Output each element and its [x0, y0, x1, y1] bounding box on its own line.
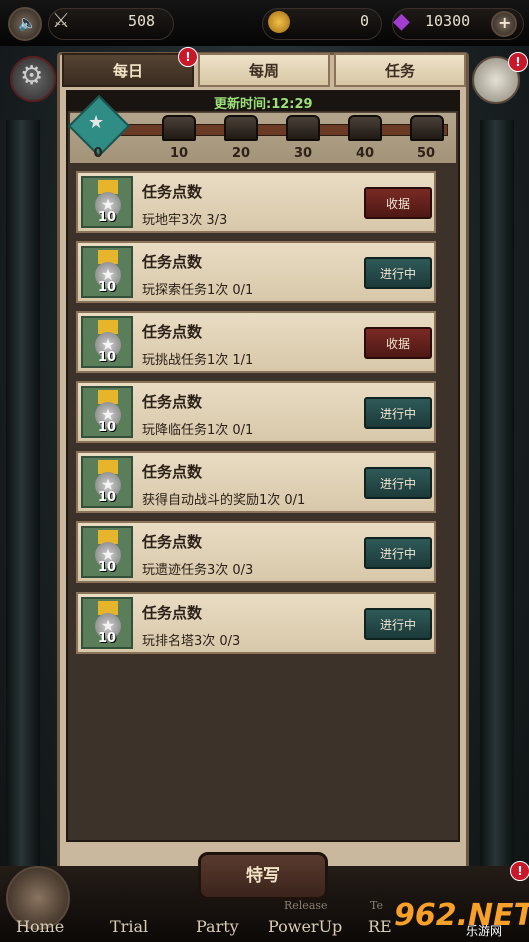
refresh-timer-value: 12:29	[271, 97, 313, 112]
gear-icon: ⚙	[20, 61, 44, 91]
quest-title: 任务点数	[142, 533, 203, 551]
quest-medal-icon: ★ 10	[81, 176, 133, 228]
quest-description: 玩挑战任务1次 1/1	[142, 353, 254, 368]
nav-home[interactable]: Home	[16, 917, 64, 936]
in-progress-button[interactable]: 进行中	[364, 608, 432, 640]
claim-button[interactable]: 收据	[364, 187, 432, 219]
quest-medal-icon: ★ 10	[81, 386, 133, 438]
gem-icon: ◆	[393, 9, 410, 34]
crossed-swords-icon: ⚔	[52, 8, 70, 32]
quest-card: ★ 10 任务点数 玩挑战任务1次 1/1 收据	[76, 311, 436, 373]
quest-description: 玩遗迹任务3次 0/3	[142, 563, 254, 578]
refresh-timer: 更新时间:12:29	[214, 93, 313, 112]
quest-title: 任务点数	[142, 183, 203, 201]
sound-button[interactable]: 🔈	[8, 7, 42, 41]
nav-alert-badge: !	[510, 861, 529, 881]
star-icon: ★	[88, 112, 105, 133]
quest-points: 10	[97, 420, 117, 435]
in-progress-button[interactable]: 进行中	[364, 467, 432, 499]
tab-quests[interactable]: 任务	[334, 53, 466, 87]
quest-description: 玩排名塔3次 0/3	[142, 634, 241, 649]
refresh-timer-label: 更新时间:	[214, 97, 272, 112]
nav-party[interactable]: Party	[196, 917, 239, 936]
tab-daily-alert-badge: !	[178, 47, 198, 67]
quest-title: 任务点数	[142, 393, 203, 411]
quest-points: 10	[97, 280, 117, 295]
quest-title: 任务点数	[142, 253, 203, 271]
nav-re[interactable]: RE	[368, 917, 392, 936]
quest-medal-icon: ★ 10	[81, 316, 133, 368]
plus-icon: +	[498, 13, 512, 32]
milestone-0: 0	[93, 146, 103, 161]
nav-powerup[interactable]: PowerUp	[268, 917, 342, 936]
avatar-alert-badge: !	[508, 52, 528, 72]
settings-button[interactable]: ⚙	[10, 56, 56, 102]
chest-icon-10[interactable]	[162, 115, 196, 141]
milestone-track	[70, 112, 456, 163]
quest-medal-icon: ★ 10	[81, 456, 133, 508]
quest-card: ★ 10 任务点数 玩探索任务1次 0/1 进行中	[76, 241, 436, 303]
quest-description: 获得自动战斗的奖励1次 0/1	[142, 493, 306, 508]
watermark-logo: 962.NET	[394, 898, 529, 933]
tab-weekly[interactable]: 每周	[198, 53, 330, 87]
milestone-20: 20	[231, 146, 251, 161]
gem-value: 10300	[425, 12, 471, 30]
quest-card: ★ 10 任务点数 玩降临任务1次 0/1 进行中	[76, 381, 436, 443]
quest-points: 10	[97, 490, 117, 505]
quest-title: 任务点数	[142, 463, 203, 481]
nav-trial[interactable]: Trial	[110, 917, 148, 936]
in-progress-button[interactable]: 进行中	[364, 257, 432, 289]
quest-medal-icon: ★ 10	[81, 526, 133, 578]
in-progress-button[interactable]: 进行中	[364, 397, 432, 429]
milestone-30: 30	[293, 146, 313, 161]
quest-medal-icon: ★ 10	[81, 597, 133, 649]
quest-card: ★ 10 任务点数 获得自动战斗的奖励1次 0/1 进行中	[76, 451, 436, 513]
chest-icon-30[interactable]	[286, 115, 320, 141]
chest-icon-20[interactable]	[224, 115, 258, 141]
add-gems-button[interactable]: +	[491, 11, 517, 37]
nav-release-label: Release	[284, 899, 328, 912]
quest-points: 10	[97, 631, 117, 646]
quest-description: 玩探索任务1次 0/1	[142, 283, 254, 298]
coin-icon	[268, 11, 290, 33]
quest-points: 10	[97, 560, 117, 575]
speaker-icon: 🔈	[18, 14, 37, 32]
quest-card: ★ 10 任务点数 玩排名塔3次 0/3 进行中	[76, 592, 436, 654]
quest-title: 任务点数	[142, 323, 203, 341]
quest-points: 10	[97, 210, 117, 225]
quest-points: 10	[97, 350, 117, 365]
milestone-10: 10	[169, 146, 189, 161]
milestone-40: 40	[355, 146, 375, 161]
watermark-sub: 乐游网	[466, 924, 503, 938]
coin-value: 0	[360, 12, 370, 30]
in-progress-button[interactable]: 进行中	[364, 537, 432, 569]
quest-medal-icon: ★ 10	[81, 246, 133, 298]
quest-title: 任务点数	[142, 604, 203, 622]
background-pillar-right	[480, 120, 514, 880]
quest-card: ★ 10 任务点数 玩遗迹任务3次 0/3 进行中	[76, 521, 436, 583]
quest-card: ★ 10 任务点数 玩地牢3次 3/3 收据	[76, 171, 436, 233]
top-hud: 🔈 ⚔ 508 0 ◆ 10300 +	[0, 0, 529, 46]
milestone-50: 50	[416, 146, 436, 161]
claim-button[interactable]: 收据	[364, 327, 432, 359]
nav-te-label: Te	[370, 899, 383, 912]
special-feature-button[interactable]: 特写	[198, 852, 328, 900]
sword-value: 508	[128, 12, 156, 30]
tab-daily[interactable]: 每日	[62, 53, 194, 87]
chest-icon-50[interactable]	[410, 115, 444, 141]
milestone-progress-bar	[100, 124, 448, 136]
chest-icon-40[interactable]	[348, 115, 382, 141]
quest-description: 玩地牢3次 3/3	[142, 213, 228, 228]
background-pillar-left	[6, 120, 40, 880]
quest-description: 玩降临任务1次 0/1	[142, 423, 254, 438]
